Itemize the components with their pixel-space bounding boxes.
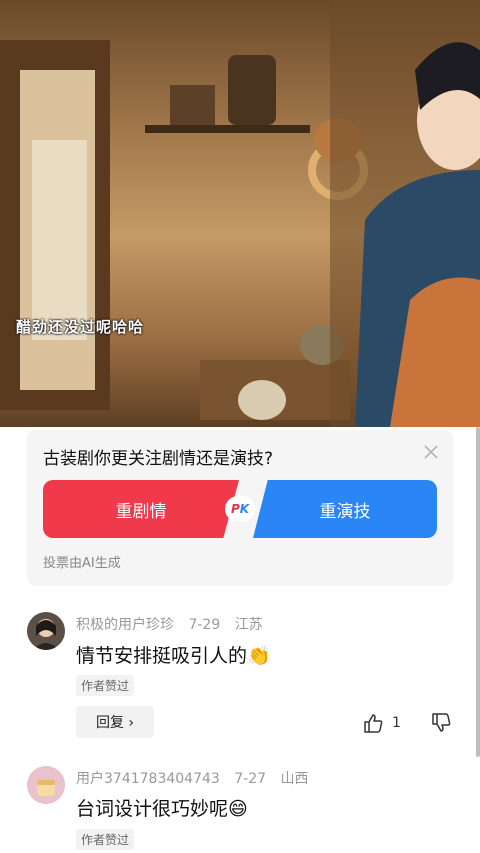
pk-badge-k: K <box>239 502 250 516</box>
video-scene-illustration <box>0 0 480 427</box>
reply-button-label: 回复 › <box>95 715 135 731</box>
poll-ai-note: 投票由AI生成 <box>43 556 121 571</box>
pk-badge: PK <box>225 496 255 522</box>
comment-location: 山西 <box>280 771 309 787</box>
avatar[interactable] <box>27 612 65 650</box>
thumbs-up-icon <box>364 714 383 733</box>
video-subtitle: 醋劲还没过呢哈哈 <box>16 318 145 336</box>
comment-username[interactable]: 用户3741783404743 <box>76 771 220 787</box>
poll-option-acting-button[interactable]: 重演技 <box>253 480 437 538</box>
comment-username[interactable]: 积极的用户珍珍 <box>76 617 174 633</box>
dislike-button[interactable] <box>430 712 452 738</box>
like-button[interactable]: 1 <box>362 712 401 734</box>
like-count: 1 <box>392 715 401 731</box>
comment-meta: 用户3741783404743 7-27 山西 <box>76 768 318 788</box>
poll-card: 古装剧你更关注剧情还是演技? 重剧情 重演技 PK 投票由AI生成 <box>27 430 453 586</box>
video-frame[interactable]: 醋劲还没过呢哈哈 <box>0 0 480 427</box>
avatar-image <box>27 612 65 650</box>
avatar[interactable] <box>27 766 65 804</box>
comment-location: 江苏 <box>234 617 263 633</box>
author-liked-badge: 作者赞过 <box>76 829 135 850</box>
avatar-image <box>27 766 65 804</box>
poll-question: 古装剧你更关注剧情还是演技? <box>43 449 274 469</box>
poll-option-acting-label: 重演技 <box>319 501 371 522</box>
comment-date: 7-27 <box>234 771 267 787</box>
scrollbar[interactable] <box>476 427 480 757</box>
poll-option-plot-label: 重剧情 <box>115 501 167 522</box>
reply-button[interactable]: 回复 › <box>76 706 154 738</box>
comment-text: 情节安排挺吸引人的👏 <box>76 645 271 667</box>
close-icon[interactable] <box>423 444 439 460</box>
poll-option-plot-button[interactable]: 重剧情 <box>43 480 239 538</box>
comment-meta: 积极的用户珍珍 7-29 江苏 <box>76 614 273 634</box>
thumbs-down-icon <box>432 713 451 732</box>
comment-date: 7-29 <box>188 617 221 633</box>
pk-badge-p: P <box>230 502 240 516</box>
comment-text: 台词设计很巧妙呢😄 <box>76 798 248 820</box>
author-liked-badge: 作者赞过 <box>76 675 135 696</box>
